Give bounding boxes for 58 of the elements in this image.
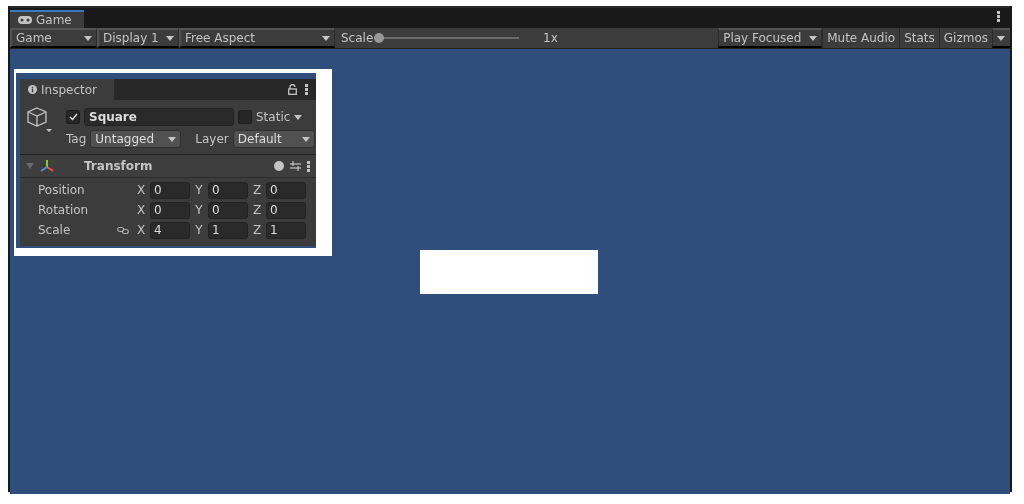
menu-icon[interactable] bbox=[305, 84, 308, 95]
dropdown[interactable]: Game bbox=[10, 28, 97, 48]
number-field[interactable]: 4 bbox=[150, 221, 190, 239]
caret-icon bbox=[997, 35, 1005, 41]
caret-icon bbox=[322, 35, 330, 41]
dropdown[interactable]: Display 1 bbox=[97, 28, 179, 48]
property-label: Scale bbox=[38, 223, 72, 237]
axis-label: Y bbox=[194, 203, 204, 217]
unlinked-chain-icon[interactable] bbox=[117, 225, 129, 235]
number-field[interactable]: 0 bbox=[208, 181, 248, 199]
caret-icon bbox=[168, 136, 177, 142]
axis-label: Z bbox=[252, 183, 262, 197]
menu-icon[interactable] bbox=[307, 160, 310, 172]
scale-label: Scale bbox=[341, 31, 374, 45]
scale-reading: 1x bbox=[543, 31, 558, 45]
caret-icon bbox=[84, 35, 92, 41]
caret-icon bbox=[301, 136, 310, 142]
game-tab[interactable]: Game bbox=[10, 10, 84, 28]
axis-label: Z bbox=[252, 223, 262, 237]
layer-dropdown[interactable]: Default bbox=[232, 130, 315, 148]
axis-label: X bbox=[136, 223, 146, 237]
axis-label: X bbox=[136, 203, 146, 217]
gizmos-dropdown[interactable] bbox=[992, 28, 1010, 48]
name-field[interactable]: Square bbox=[84, 108, 234, 126]
tag-label: Tag bbox=[66, 132, 87, 146]
static-checkbox[interactable] bbox=[238, 110, 252, 124]
transform-icon bbox=[40, 160, 54, 172]
number-field[interactable]: 0 bbox=[266, 201, 306, 219]
dropdown[interactable]: Free Aspect bbox=[179, 28, 335, 48]
help-icon[interactable] bbox=[274, 161, 284, 171]
menu-icon[interactable] bbox=[997, 11, 1000, 22]
lock-icon[interactable] bbox=[288, 84, 297, 95]
caret-icon bbox=[166, 35, 174, 41]
number-field[interactable]: 0 bbox=[150, 201, 190, 219]
number-field[interactable]: 1 bbox=[266, 221, 306, 239]
property-label: Position bbox=[38, 183, 86, 197]
info-icon bbox=[28, 85, 37, 94]
axis-label: X bbox=[136, 183, 146, 197]
number-field[interactable]: 0 bbox=[150, 181, 190, 199]
axis-label: Y bbox=[194, 183, 204, 197]
number-field[interactable]: 0 bbox=[266, 181, 306, 199]
component-title: Transform bbox=[84, 159, 154, 173]
slider-thumb[interactable] bbox=[374, 33, 385, 43]
static-caret-icon bbox=[294, 114, 303, 120]
layer-label: Layer bbox=[195, 132, 229, 146]
axis-label: Z bbox=[252, 203, 262, 217]
gamepad-icon bbox=[18, 16, 32, 24]
static-label: Static bbox=[256, 110, 291, 124]
axis-label: Y bbox=[194, 223, 204, 237]
inspector-tab[interactable]: Inspector bbox=[20, 79, 114, 100]
number-field[interactable]: 0 bbox=[208, 201, 248, 219]
number-field[interactable]: 1 bbox=[208, 221, 248, 239]
play-mode-dropdown[interactable]: Play Focused bbox=[718, 28, 823, 48]
tag-dropdown[interactable]: Untagged bbox=[90, 130, 182, 148]
property-label: Rotation bbox=[38, 203, 90, 217]
active-checkbox[interactable] bbox=[66, 110, 80, 124]
caret-icon bbox=[809, 35, 818, 41]
sliders-icon[interactable] bbox=[290, 161, 301, 171]
